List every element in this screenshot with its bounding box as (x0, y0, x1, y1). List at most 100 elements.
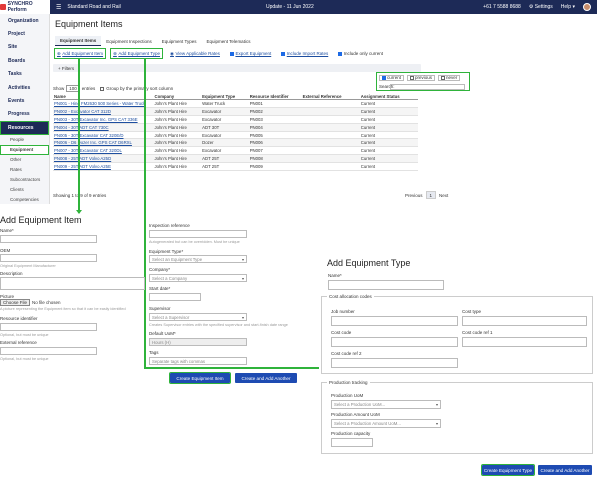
add-equipment-type-link[interactable]: ⊕ Add Equipment Type (110, 48, 164, 59)
equipment-type-select[interactable]: Select an Equipment Type ▾ (149, 255, 247, 263)
hamburger-menu-icon[interactable]: ☰ (56, 4, 61, 11)
create-and-add-another-button[interactable]: Create and Add Another (538, 465, 592, 475)
oem-input[interactable] (0, 254, 97, 262)
table-row[interactable]: PN008 - 25T ADT Volvo A25D John's Plant H… (53, 154, 418, 164)
sidebar-subitem-rates[interactable]: Rates (0, 165, 49, 175)
external-ref-input[interactable] (0, 347, 97, 355)
table-row[interactable]: PN002 - Excavator CAT 312D John's Plant H… (53, 107, 418, 116)
include-current-checkbox[interactable]: Include only current (336, 49, 385, 58)
supervisor-placeholder: Select a Supervisor (152, 314, 190, 320)
sidebar-item-tasks[interactable]: Tasks (0, 68, 49, 81)
settings-link[interactable]: ⚙ Settings (529, 4, 553, 10)
sidebar-item-site[interactable]: Site (0, 41, 49, 54)
sidebar-subitem-competencies[interactable]: Competencies (0, 195, 49, 205)
sidebar-subitem-clients[interactable]: Clients (0, 185, 49, 195)
cost-type-input[interactable] (462, 316, 587, 326)
cost-code-ref2-input[interactable] (331, 358, 458, 368)
sidebar-subitem-equipment[interactable]: Equipment (0, 144, 49, 155)
table-row[interactable]: PN004 - 30T ADT CAT 730C John's Plant Hir… (53, 123, 418, 132)
sidebar-subitem-people[interactable]: People (0, 135, 49, 145)
equipment-name-link[interactable]: PN002 - Excavator CAT 312D (53, 107, 154, 116)
sidebar: Organization Project Site Boards Tasks A… (0, 14, 50, 204)
company-select[interactable]: Select a Company ▾ (149, 274, 247, 282)
add-equipment-item-link[interactable]: ⊕ Add Equipment Item (53, 48, 107, 59)
search-input[interactable] (390, 84, 465, 90)
start-date-input[interactable] (149, 293, 201, 301)
equipment-name-link[interactable]: PN007 - 30T Excavator CAT 320DL (53, 146, 154, 156)
table-row[interactable]: PN007 - 30T Excavator CAT 320DL John's Pl… (53, 146, 418, 156)
show-label: Show (53, 86, 65, 91)
sidebar-subitem-subcontractors[interactable]: Subcontractors (0, 175, 49, 185)
resource-id-input[interactable] (0, 323, 97, 331)
import-rates-link[interactable]: Include Import Rates (279, 49, 330, 58)
equipment-name-link[interactable]: PN001 - Hino FM2630 500 Series - Water T… (53, 99, 154, 108)
table-row[interactable]: PN003 - 30T Excavator Inc. GPS CAT 336E J… (53, 115, 418, 124)
avatar[interactable] (583, 3, 591, 11)
table-cell: John's Plant Hire (153, 154, 202, 164)
status-never-checkbox[interactable]: never (438, 75, 461, 81)
project-selector[interactable]: Standard Road and Rail (67, 4, 120, 10)
export-equipment-link[interactable]: Export Equipment (228, 49, 273, 58)
table-cell: PN001 (248, 99, 302, 108)
table-cell: John's Plant Hire (153, 131, 202, 140)
choose-file-button[interactable]: Choose File (0, 299, 31, 306)
sidebar-item-events[interactable]: Events (0, 94, 49, 107)
picture-file-input[interactable]: Choose File No file chosen (0, 299, 61, 306)
production-uom-select[interactable]: Select a Production UoM... ▾ (331, 400, 441, 409)
sidebar-item-activities[interactable]: Activities (0, 81, 49, 94)
cost-code-input[interactable] (331, 337, 458, 347)
table-cell: Current (359, 131, 418, 140)
cost-code-ref1-input[interactable] (462, 337, 587, 347)
create-equipment-type-button[interactable]: Create Equipment Type (480, 463, 536, 477)
production-capacity-input[interactable] (331, 438, 373, 447)
inspection-ref-input[interactable] (149, 230, 247, 238)
tab-equipment-telematics[interactable]: Equipment Telematics (202, 36, 256, 46)
status-current-checkbox[interactable]: current (379, 75, 405, 81)
tab-equipment-inspections[interactable]: Equipment Inspections (101, 36, 157, 46)
table-row[interactable]: PN006 - D6 Dozer Inc. GPS CAT D6RXL John'… (53, 138, 418, 148)
table-row[interactable]: PN001 - Hino FM2630 500 Series - Water T… (53, 99, 418, 108)
job-number-input[interactable] (331, 316, 458, 326)
update-notice[interactable]: Update - 11 Jun 2022 (266, 4, 314, 10)
production-amount-uom-select[interactable]: Select a Production Amount UoM... ▾ (331, 419, 441, 428)
equipment-name-link[interactable]: PN009 - 25T ADT Volvo A25E (53, 162, 154, 172)
app-logo[interactable]: SYNCHRO Perform (0, 0, 50, 14)
status-previous-checkbox[interactable]: previous (407, 75, 436, 81)
pagination-previous[interactable]: Previous (405, 193, 423, 198)
equipment-name-link[interactable]: PN004 - 30T ADT CAT 730C (53, 123, 154, 132)
sidebar-item-progress[interactable]: Progress (0, 108, 49, 121)
sidebar-item-resources[interactable]: Resources (0, 121, 49, 135)
equipment-name-link[interactable]: PN005 - 30T Excavator CAT 320E/D (53, 131, 154, 140)
filters-toggle[interactable]: + Filters (53, 64, 421, 72)
view-rates-link[interactable]: ◉ View Applicable Rates (168, 49, 222, 58)
name-input[interactable] (0, 235, 97, 243)
create-and-add-another-button[interactable]: Create and Add Another (235, 373, 297, 383)
table-row[interactable]: PN005 - 30T Excavator CAT 320E/D John's P… (53, 131, 418, 140)
group-by-checkbox[interactable] (100, 86, 105, 91)
pagination-page-1[interactable]: 1 (425, 191, 437, 199)
create-equipment-item-button[interactable]: Create Equipment Item (168, 371, 232, 385)
tab-equipment-types[interactable]: Equipment Types (157, 36, 202, 46)
plus-circle-icon: ⊕ (57, 50, 61, 56)
equipment-name-link[interactable]: PN006 - D6 Dozer Inc. GPS CAT D6RXL (53, 138, 154, 148)
tab-bar: Equipment Items Equipment Inspections Eq… (55, 36, 255, 46)
table-cell: Current (359, 115, 418, 124)
sidebar-item-project[interactable]: Project (0, 27, 49, 40)
sidebar-subitem-other[interactable]: Other (0, 155, 49, 165)
tab-equipment-items[interactable]: Equipment Items (55, 36, 102, 46)
name-input[interactable] (328, 280, 444, 290)
form-title: Add Equipment Type (327, 258, 411, 268)
checkbox-icon (441, 75, 446, 80)
table-row[interactable]: PN009 - 25T ADT Volvo A25E John's Plant H… (53, 162, 418, 172)
sidebar-item-organization[interactable]: Organization (0, 14, 49, 27)
tags-input[interactable]: Separate tags with commas (149, 357, 247, 365)
pagination-next[interactable]: Next (439, 193, 448, 198)
description-textarea[interactable] (0, 277, 145, 290)
help-menu[interactable]: Help ▾ (561, 4, 575, 10)
supervisor-select[interactable]: Select a Supervisor ▾ (149, 313, 247, 321)
table-cell: Current (359, 146, 418, 156)
sidebar-item-boards[interactable]: Boards (0, 54, 49, 67)
equipment-name-link[interactable]: PN008 - 25T ADT Volvo A25D (53, 154, 154, 164)
entries-summary: Showing 1 to 9 of 9 entries (53, 193, 107, 198)
equipment-name-link[interactable]: PN003 - 30T Excavator Inc. GPS CAT 336E (53, 115, 154, 124)
